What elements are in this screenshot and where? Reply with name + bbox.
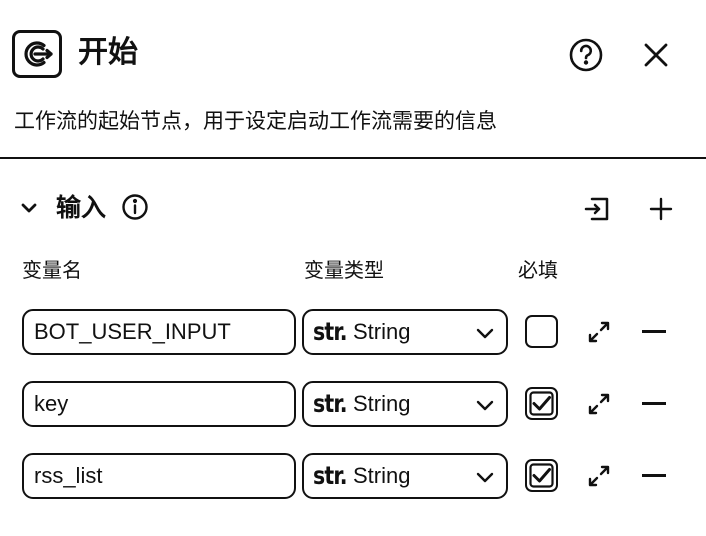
info-icon[interactable]: [121, 193, 149, 221]
help-icon[interactable]: [568, 37, 604, 73]
type-label: String: [353, 319, 411, 344]
variable-type-select[interactable]: str. String: [302, 453, 508, 499]
required-checkbox[interactable]: [525, 315, 558, 348]
expand-icon[interactable]: [585, 462, 613, 490]
minus-icon[interactable]: [642, 330, 666, 333]
type-prefix: str.: [313, 317, 348, 346]
node-header: 开始: [0, 0, 706, 100]
chevron-down-icon: [474, 466, 496, 488]
chevron-down-icon: [474, 394, 496, 416]
input-section-header: 输入: [0, 184, 706, 234]
chevron-down-icon: [474, 322, 496, 344]
variable-type-select[interactable]: str. String: [302, 309, 508, 355]
section-title: 输入: [56, 193, 107, 222]
add-icon[interactable]: [646, 194, 676, 224]
column-header-name: 变量名: [22, 258, 82, 282]
column-header-required: 必填: [518, 258, 558, 282]
minus-icon[interactable]: [642, 474, 666, 477]
variable-row: rss_list str. String: [0, 453, 706, 501]
type-label: String: [353, 391, 411, 416]
required-checkbox[interactable]: [525, 459, 558, 492]
type-prefix: str.: [313, 461, 348, 490]
column-header-type: 变量类型: [304, 258, 384, 282]
variable-type-select[interactable]: str. String: [302, 381, 508, 427]
close-icon[interactable]: [638, 37, 674, 73]
minus-icon[interactable]: [642, 402, 666, 405]
check-icon: [529, 463, 554, 488]
node-description: 工作流的起始节点，用于设定启动工作流需要的信息: [14, 109, 497, 133]
check-icon: [529, 391, 554, 416]
expand-icon[interactable]: [585, 390, 613, 418]
variable-row: BOT_USER_INPUT str. String: [0, 309, 706, 357]
variable-name-input[interactable]: key: [22, 381, 296, 427]
node-title: 开始: [78, 35, 138, 70]
divider: [0, 157, 706, 159]
variable-name-input[interactable]: rss_list: [22, 453, 296, 499]
type-prefix: str.: [313, 389, 348, 418]
type-label: String: [353, 463, 411, 488]
variable-row: key str. String: [0, 381, 706, 429]
import-icon[interactable]: [582, 194, 612, 224]
variable-name-input[interactable]: BOT_USER_INPUT: [22, 309, 296, 355]
required-checkbox[interactable]: [525, 387, 558, 420]
expand-icon[interactable]: [585, 318, 613, 346]
workflow-start-icon: [12, 30, 62, 78]
chevron-down-icon[interactable]: [18, 197, 40, 219]
